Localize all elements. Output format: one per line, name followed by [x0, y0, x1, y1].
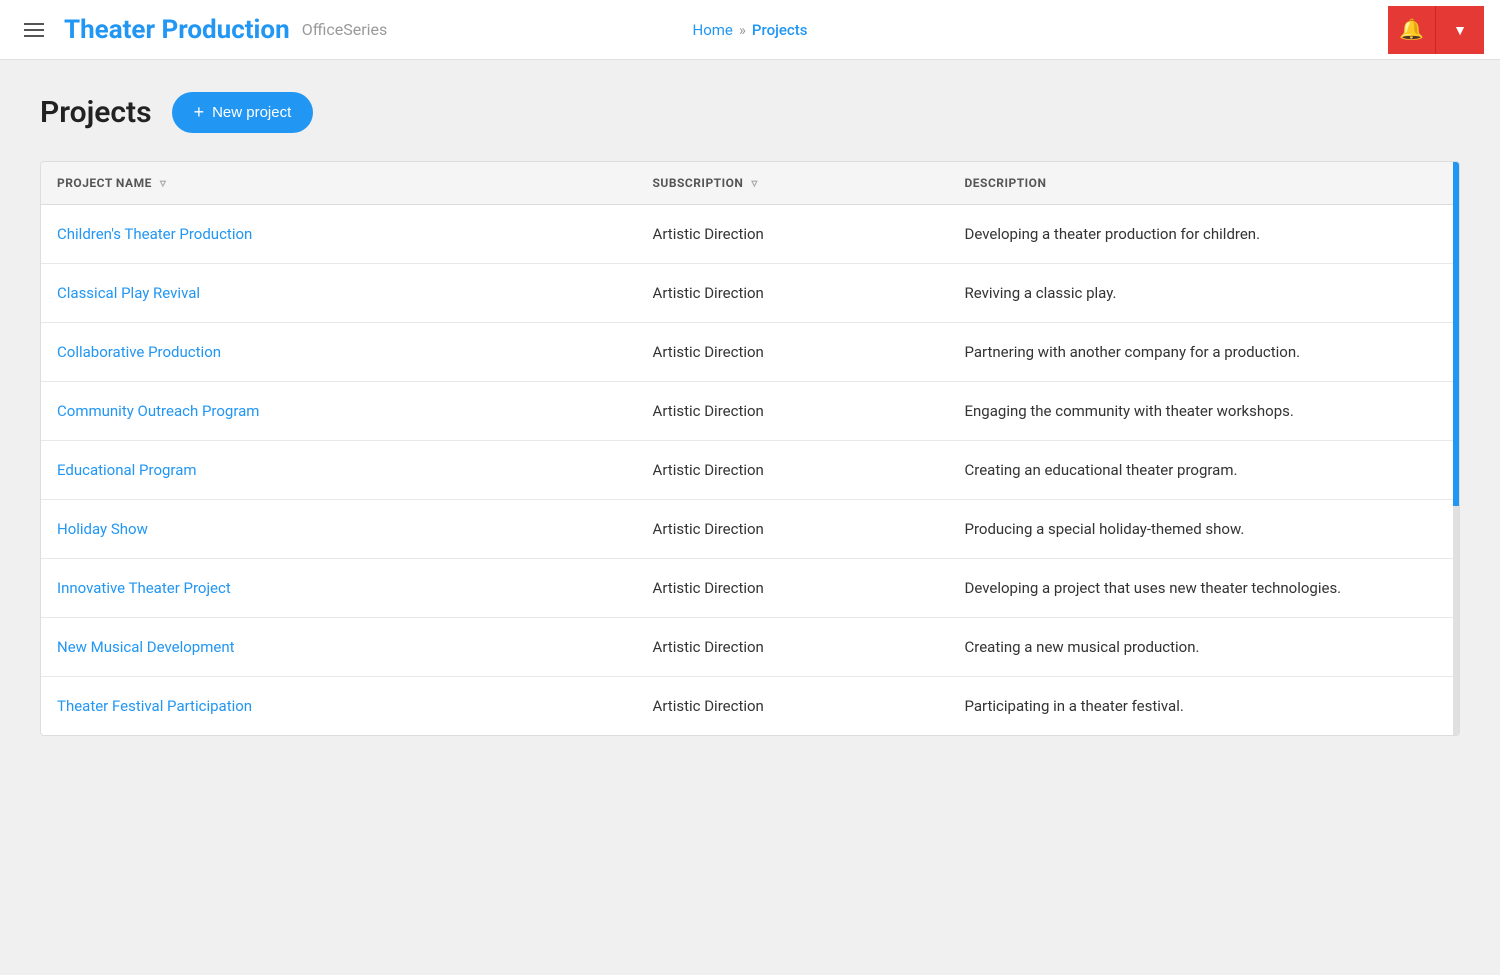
project-name-cell: Community Outreach Program — [41, 382, 637, 441]
project-name-cell: Collaborative Production — [41, 323, 637, 382]
description-cell: Producing a special holiday-themed show. — [949, 500, 1460, 559]
plus-icon: + — [194, 102, 205, 123]
col-header-description: DESCRIPTION — [949, 162, 1460, 205]
subscription-cell: Artistic Direction — [637, 618, 949, 677]
subscription-cell: Artistic Direction — [637, 382, 949, 441]
filter-project-icon[interactable]: ▿ — [160, 176, 167, 190]
description-cell: Developing a theater production for chil… — [949, 205, 1460, 264]
project-name-link[interactable]: Collaborative Production — [57, 343, 221, 361]
project-name-cell: Holiday Show — [41, 500, 637, 559]
projects-table: PROJECT NAME ▿ SUBSCRIPTION ▿ DESCRIPTIO… — [41, 162, 1459, 735]
bell-icon: 🔔 — [1399, 17, 1424, 42]
project-name-cell: Classical Play Revival — [41, 264, 637, 323]
app-subtitle: OfficeSeries — [302, 20, 388, 39]
new-project-label: New project — [212, 104, 291, 121]
chevron-down-icon: ▼ — [1453, 22, 1467, 38]
col-description-label: DESCRIPTION — [965, 176, 1047, 190]
col-header-project-name: PROJECT NAME ▿ — [41, 162, 637, 205]
table-row: Educational Program Artistic DirectionCre… — [41, 441, 1459, 500]
description-cell: Reviving a classic play. — [949, 264, 1460, 323]
filter-subscription-icon[interactable]: ▿ — [751, 176, 758, 190]
project-name-link[interactable]: Innovative Theater Project — [57, 579, 231, 597]
project-name-cell: Innovative Theater Project — [41, 559, 637, 618]
page-title: Projects — [40, 95, 152, 130]
notification-button[interactable]: 🔔 — [1388, 6, 1436, 54]
header: Theater Production OfficeSeries Home » P… — [0, 0, 1500, 60]
table-row: Collaborative Production Artistic Directi… — [41, 323, 1459, 382]
subscription-cell: Artistic Direction — [637, 323, 949, 382]
main-content: Projects + New project PROJECT NAME ▿ — [0, 60, 1500, 768]
col-header-subscription: SUBSCRIPTION ▿ — [637, 162, 949, 205]
table-header-row: PROJECT NAME ▿ SUBSCRIPTION ▿ DESCRIPTIO… — [41, 162, 1459, 205]
subscription-cell: Artistic Direction — [637, 205, 949, 264]
table-row: Children's Theater Production Artistic Di… — [41, 205, 1459, 264]
app-title: Theater Production — [64, 15, 290, 45]
description-cell: Partnering with another company for a pr… — [949, 323, 1460, 382]
table-row: Theater Festival Participation Artistic D… — [41, 677, 1459, 736]
page-header: Projects + New project — [40, 92, 1460, 133]
project-name-link[interactable]: Community Outreach Program — [57, 402, 259, 420]
breadcrumb-current: Projects — [752, 21, 808, 39]
project-name-cell: Children's Theater Production — [41, 205, 637, 264]
table-row: Classical Play Revival Artistic Direction… — [41, 264, 1459, 323]
breadcrumb-home[interactable]: Home — [693, 21, 733, 39]
description-cell: Engaging the community with theater work… — [949, 382, 1460, 441]
user-dropdown-button[interactable]: ▼ — [1436, 6, 1484, 54]
project-name-link[interactable]: Classical Play Revival — [57, 284, 200, 302]
table-row: New Musical Development Artistic Directio… — [41, 618, 1459, 677]
menu-button[interactable] — [16, 15, 52, 45]
breadcrumb-separator: » — [739, 21, 746, 39]
description-cell: Creating a new musical production. — [949, 618, 1460, 677]
subscription-cell: Artistic Direction — [637, 559, 949, 618]
table-body: Children's Theater Production Artistic Di… — [41, 205, 1459, 736]
project-name-link[interactable]: Educational Program — [57, 461, 197, 479]
scrollbar[interactable] — [1453, 162, 1459, 735]
description-cell: Participating in a theater festival. — [949, 677, 1460, 736]
project-name-link[interactable]: New Musical Development — [57, 638, 235, 656]
col-project-name-label: PROJECT NAME — [57, 176, 152, 190]
table-row: Innovative Theater Project Artistic Direc… — [41, 559, 1459, 618]
projects-table-container: PROJECT NAME ▿ SUBSCRIPTION ▿ DESCRIPTIO… — [40, 161, 1460, 736]
description-cell: Creating an educational theater program. — [949, 441, 1460, 500]
project-name-link[interactable]: Holiday Show — [57, 520, 148, 538]
subscription-cell: Artistic Direction — [637, 441, 949, 500]
col-subscription-label: SUBSCRIPTION — [653, 176, 744, 190]
project-name-cell: Educational Program — [41, 441, 637, 500]
table-row: Community Outreach Program Artistic Direc… — [41, 382, 1459, 441]
new-project-button[interactable]: + New project — [172, 92, 314, 133]
description-cell: Developing a project that uses new theat… — [949, 559, 1460, 618]
subscription-cell: Artistic Direction — [637, 500, 949, 559]
subscription-cell: Artistic Direction — [637, 677, 949, 736]
scroll-thumb — [1453, 162, 1459, 506]
breadcrumb: Home » Projects — [693, 21, 808, 39]
table-row: Holiday Show Artistic DirectionProducing … — [41, 500, 1459, 559]
header-actions: 🔔 ▼ — [1388, 6, 1484, 54]
subscription-cell: Artistic Direction — [637, 264, 949, 323]
project-name-cell: Theater Festival Participation — [41, 677, 637, 736]
project-name-link[interactable]: Children's Theater Production — [57, 225, 252, 243]
project-name-cell: New Musical Development — [41, 618, 637, 677]
project-name-link[interactable]: Theater Festival Participation — [57, 697, 252, 715]
